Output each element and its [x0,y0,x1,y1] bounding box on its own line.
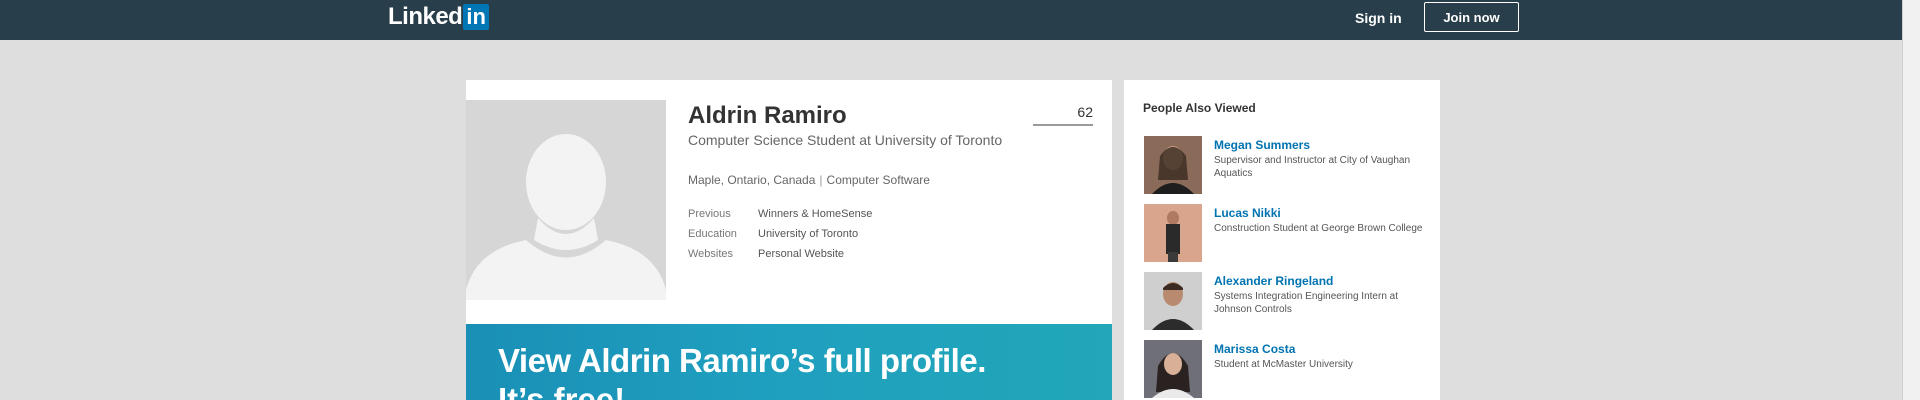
profile-industry: Computer Software [826,173,930,187]
profile-name: Aldrin Ramiro [688,102,847,129]
meta-separator: | [819,173,823,187]
default-person-icon [466,100,666,300]
person-name-link[interactable]: Megan Summers [1214,138,1310,152]
fact-row-education: Education University of Toronto [688,224,872,244]
people-also-viewed-title: People Also Viewed [1143,101,1256,115]
join-now-button[interactable]: Join now [1424,2,1519,32]
fact-value[interactable]: University of Toronto [758,228,858,240]
fact-row-previous: Previous Winners & HomeSense [688,204,872,224]
banner-headline: View Aldrin Ramiro’s full profile. [498,342,986,379]
person-photo[interactable] [1144,340,1202,398]
list-item[interactable]: Marissa Costa Student at McMaster Univer… [1144,340,1434,400]
fact-label: Previous [688,208,731,220]
profile-location-industry: Maple, Ontario, Canada | Computer Software [688,173,930,187]
logo-in-badge: in [463,4,489,30]
fact-value[interactable]: Personal Website [758,248,844,260]
profile-facts: Previous Winners & HomeSense Education U… [688,204,872,264]
linkedin-logo[interactable]: Linked in [388,3,489,31]
fact-row-websites: Websites Personal Website [688,244,872,264]
logo-wordmark: Linked [388,3,463,30]
person-photo-icon [1144,136,1202,194]
profile-avatar [466,100,666,300]
person-description: Supervisor and Instructor at City of Vau… [1214,155,1411,179]
list-item[interactable]: Alexander Ringeland Systems Integration … [1144,272,1434,332]
list-item[interactable]: Megan Summers Supervisor and Instructor … [1144,136,1434,196]
connections-count: 62 [1033,104,1093,126]
person-description: Student at McMaster University [1214,359,1353,370]
top-nav-bar: Linked in Sign in Join now [0,0,1902,40]
person-name-link[interactable]: Lucas Nikki [1214,206,1281,220]
sign-in-link[interactable]: Sign in [1355,9,1402,27]
fact-value[interactable]: Winners & HomeSense [758,208,872,220]
list-item[interactable]: Lucas Nikki Construction Student at Geor… [1144,204,1434,264]
people-also-viewed-card: People Also Viewed Megan Summers Supervi… [1124,80,1440,400]
person-description: Systems Integration Engineering Intern a… [1214,291,1398,315]
person-photo[interactable] [1144,204,1202,262]
person-name-link[interactable]: Alexander Ringeland [1214,274,1333,288]
person-photo-icon [1144,340,1202,398]
profile-card: Aldrin Ramiro Computer Science Student a… [466,80,1112,400]
person-photo[interactable] [1144,136,1202,194]
page-scrollbar[interactable] [1902,0,1920,400]
view-full-profile-banner[interactable]: View Aldrin Ramiro’s full profile. It’s … [466,324,1112,400]
profile-location: Maple, Ontario, Canada [688,173,816,187]
person-name-link[interactable]: Marissa Costa [1214,342,1295,356]
profile-headline: Computer Science Student at University o… [688,132,1003,148]
person-photo-icon [1144,272,1202,330]
fact-label: Websites [688,248,734,260]
person-photo-icon [1144,204,1202,262]
fact-label: Education [688,228,737,240]
person-description: Construction Student at George Brown Col… [1214,223,1423,234]
banner-subline: It’s free! [498,381,626,400]
person-photo[interactable] [1144,272,1202,330]
